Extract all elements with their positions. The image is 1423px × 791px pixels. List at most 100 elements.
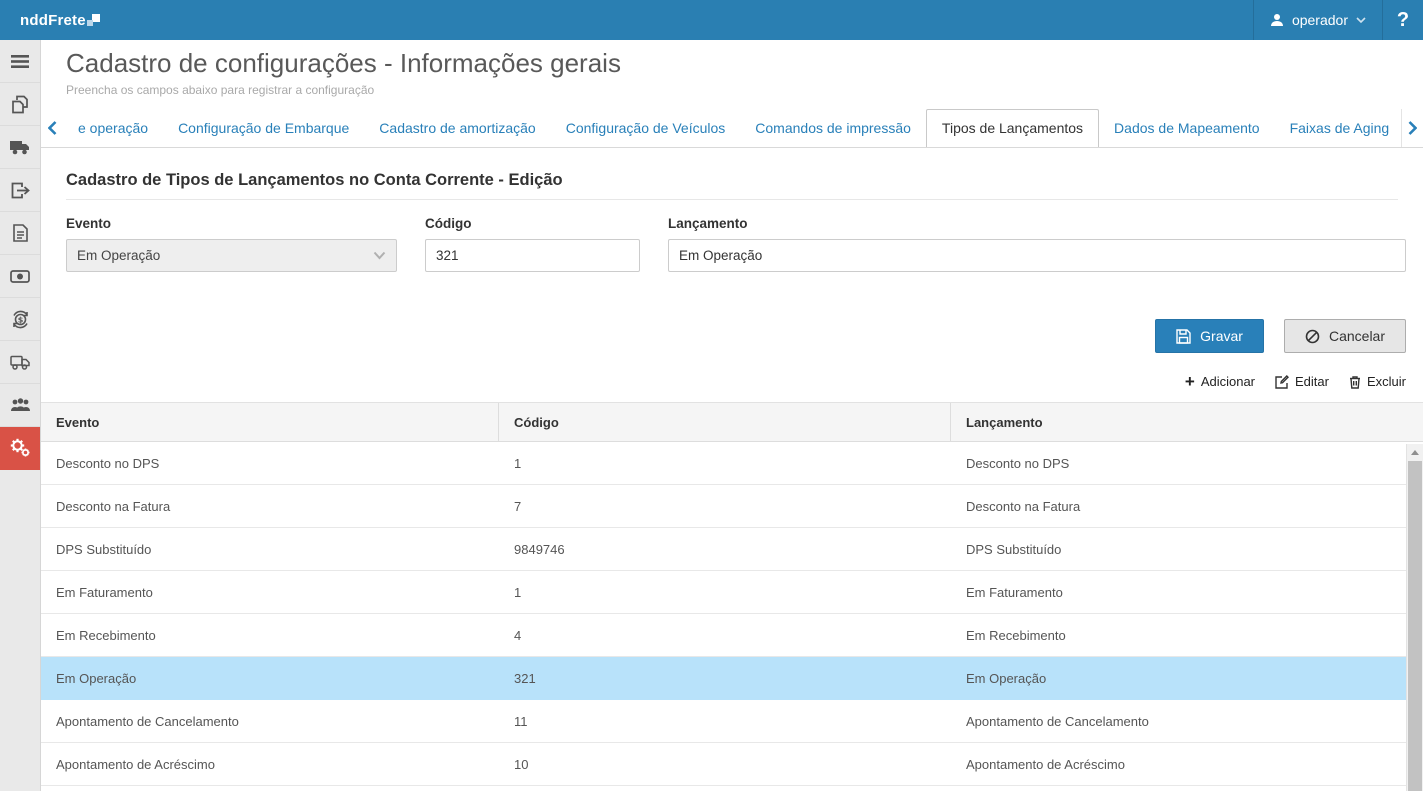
column-header-evento: Evento [41, 403, 499, 441]
table-row[interactable]: Apontamento de Cancelamento 11 Apontamen… [41, 700, 1423, 743]
cell-evento: Apontamento de Cancelamento [41, 714, 499, 729]
evento-field-group: Evento Em Operação [66, 216, 397, 272]
cell-codigo: 1 [499, 585, 951, 600]
hamburger-icon [11, 55, 29, 68]
form-actions: Gravar Cancelar [41, 319, 1406, 353]
save-icon [1176, 329, 1191, 344]
tab-dados-de-mapeamento[interactable]: Dados de Mapeamento [1099, 110, 1275, 147]
gears-icon [9, 438, 31, 458]
excluir-link[interactable]: Excluir [1349, 374, 1406, 389]
tab-comandos-de-impressao[interactable]: Comandos de impressão [740, 110, 926, 147]
gravar-label: Gravar [1200, 328, 1243, 344]
cell-lancamento: Em Operação [951, 671, 1423, 686]
adicionar-link[interactable]: + Adicionar [1185, 374, 1255, 389]
cell-evento: Apontamento de Acréscimo [41, 757, 499, 772]
svg-text:$: $ [17, 315, 23, 324]
cancelar-label: Cancelar [1329, 328, 1385, 344]
table-row[interactable]: Em Faturamento 1 Em Faturamento [41, 571, 1423, 614]
copy-icon [11, 95, 30, 114]
tab-e-operacao[interactable]: e operação [63, 110, 163, 147]
user-icon [1270, 13, 1284, 27]
lancamentos-table: Evento Código Lançamento Desconto no DPS… [41, 402, 1423, 786]
scrollbar-thumb[interactable] [1408, 461, 1422, 791]
evento-select[interactable]: Em Operação [66, 239, 397, 272]
sidebar-item-money[interactable] [0, 255, 40, 298]
page-title: Cadastro de configurações - Informações … [66, 48, 1423, 79]
table-header: Evento Código Lançamento [41, 402, 1423, 442]
export-icon [11, 182, 30, 199]
sidebar: $ [0, 40, 41, 791]
table-row[interactable]: Desconto na Fatura 7 Desconto na Fatura [41, 485, 1423, 528]
excluir-label: Excluir [1367, 374, 1406, 389]
sidebar-item-menu-toggle[interactable] [0, 40, 40, 83]
user-name: operador [1292, 12, 1348, 28]
cell-lancamento: Desconto na Fatura [951, 499, 1423, 514]
table-row[interactable]: Em Recebimento 4 Em Recebimento [41, 614, 1423, 657]
chevron-down-icon [1356, 17, 1366, 24]
cell-evento: Desconto no DPS [41, 456, 499, 471]
edit-form: Evento Em Operação Código Lançamento [66, 216, 1406, 272]
lancamento-label: Lançamento [668, 216, 1406, 231]
logo-mark-icon [87, 13, 100, 28]
cell-evento: Em Operação [41, 671, 499, 686]
editar-label: Editar [1295, 374, 1329, 389]
codigo-input[interactable] [425, 239, 640, 272]
app-logo[interactable]: nddFrete [0, 0, 100, 40]
cell-evento: DPS Substituído [41, 542, 499, 557]
tab-tipos-de-lancamentos[interactable]: Tipos de Lançamentos [926, 109, 1099, 148]
truck-outline-icon [10, 355, 30, 370]
gravar-button[interactable]: Gravar [1155, 319, 1264, 353]
chevron-right-icon [1408, 121, 1417, 135]
chevron-left-icon [48, 121, 57, 135]
tab-scroll-right-button[interactable] [1401, 109, 1423, 147]
evento-label: Evento [66, 216, 397, 231]
sidebar-item-document[interactable] [0, 212, 40, 255]
help-button[interactable]: ? [1382, 0, 1423, 40]
sidebar-item-copy[interactable] [0, 83, 40, 126]
topbar-right: operador ? [1253, 0, 1423, 40]
tab-configuracao-de-veiculos[interactable]: Configuração de Veículos [551, 110, 741, 147]
sidebar-item-settings[interactable] [0, 427, 40, 470]
column-header-lancamento: Lançamento [951, 403, 1423, 441]
table-row-selected[interactable]: Em Operação 321 Em Operação [41, 657, 1423, 700]
cell-lancamento: Apontamento de Cancelamento [951, 714, 1423, 729]
cell-evento: Em Recebimento [41, 628, 499, 643]
codigo-label: Código [425, 216, 640, 231]
user-menu[interactable]: operador [1253, 0, 1382, 40]
scrollbar-up-button[interactable] [1407, 444, 1423, 460]
tab-cadastro-de-amortizacao[interactable]: Cadastro de amortização [364, 110, 550, 147]
tab-faixas-de-aging[interactable]: Faixas de Aging [1275, 110, 1405, 147]
adicionar-label: Adicionar [1201, 374, 1255, 389]
cancelar-button[interactable]: Cancelar [1284, 319, 1406, 353]
page-subtitle: Preencha os campos abaixo para registrar… [66, 83, 1423, 97]
logo-text: nddFrete [20, 12, 86, 29]
main-content: Cadastro de configurações - Informações … [41, 40, 1423, 791]
sidebar-item-truck-outline[interactable] [0, 341, 40, 384]
cell-lancamento: DPS Substituído [951, 542, 1423, 557]
editar-link[interactable]: Editar [1275, 374, 1329, 389]
tab-scroll-left-button[interactable] [41, 109, 63, 147]
tab-configuracao-de-embarque[interactable]: Configuração de Embarque [163, 110, 364, 147]
cell-lancamento: Desconto no DPS [951, 456, 1423, 471]
edit-icon [1275, 375, 1289, 389]
cell-lancamento: Apontamento de Acréscimo [951, 757, 1423, 772]
table-row[interactable]: Desconto no DPS 1 Desconto no DPS [41, 442, 1423, 485]
truck-icon [10, 140, 30, 155]
table-row[interactable]: Apontamento de Acréscimo 10 Apontamento … [41, 743, 1423, 786]
sidebar-item-truck[interactable] [0, 126, 40, 169]
users-icon [10, 398, 31, 413]
lancamento-input[interactable] [668, 239, 1406, 272]
table-row[interactable]: DPS Substituído 9849746 DPS Substituído [41, 528, 1423, 571]
table-scrollbar[interactable] [1406, 444, 1423, 791]
sidebar-item-export[interactable] [0, 169, 40, 212]
cell-codigo: 11 [499, 714, 951, 729]
document-icon [13, 224, 28, 242]
cell-evento: Desconto na Fatura [41, 499, 499, 514]
evento-selected-value: Em Operação [77, 248, 160, 263]
banknote-icon [10, 270, 30, 283]
sidebar-item-users[interactable] [0, 384, 40, 427]
section-heading: Cadastro de Tipos de Lançamentos no Cont… [66, 171, 1398, 200]
column-header-codigo: Código [499, 403, 951, 441]
sidebar-item-currency-exchange[interactable]: $ [0, 298, 40, 341]
page-header: Cadastro de configurações - Informações … [41, 40, 1423, 97]
